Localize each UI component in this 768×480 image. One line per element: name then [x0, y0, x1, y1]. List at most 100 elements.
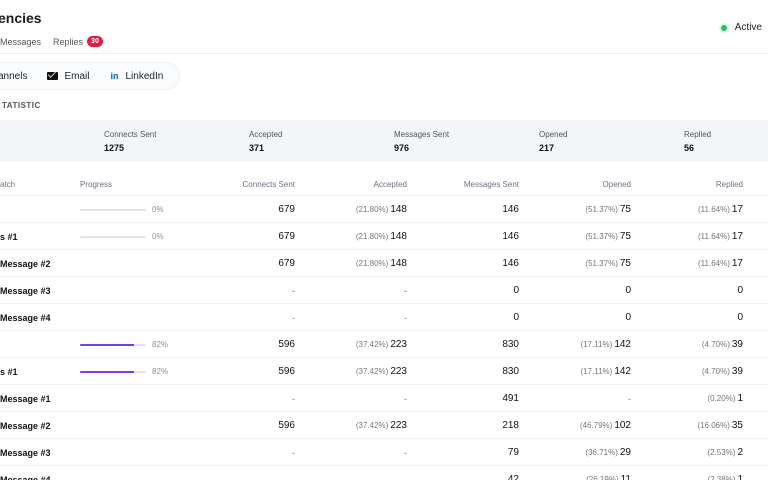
channel-all-label: annels: [0, 70, 28, 82]
replied-percent: (4.70%): [701, 367, 730, 376]
progress-bar: [80, 370, 146, 373]
opened-percent: (51.37%): [585, 232, 618, 241]
opened-cell: (17.11%) 142: [580, 358, 631, 385]
messages-sent-value: 218: [502, 420, 519, 431]
replied-percent: (2.38%): [707, 475, 736, 480]
replied-value: 0: [737, 312, 743, 323]
table-row[interactable]: Message #3 - - 79 (36.71%) 29 (2.53%) 2: [0, 439, 768, 466]
progress-cell: 0%: [80, 196, 164, 223]
step-name: Message #3: [0, 285, 51, 296]
connects-sent-value: -: [292, 312, 295, 323]
progress-label: 0%: [152, 205, 164, 214]
opened-value: 142: [614, 339, 631, 350]
opened-percent: (17.11%): [580, 340, 613, 349]
connects-sent-value: -: [292, 393, 295, 404]
mail-icon: [47, 72, 59, 80]
opened-value: 142: [614, 366, 631, 377]
replied-value: 17: [731, 204, 743, 215]
opened-value: 11: [620, 474, 631, 480]
accepted-percent: (21.80%): [355, 232, 389, 241]
table-row[interactable]: s #1 82% 596 (37.42%) 223 830 (17.11%) 142 (4.70…: [0, 358, 768, 385]
opened-percent: (46.79%): [579, 421, 613, 430]
tab-messages[interactable]: Messages: [0, 37, 41, 47]
progress-bar-fill: [80, 370, 135, 373]
accepted-value: 148: [390, 231, 407, 242]
connects-sent-cell: -: [292, 277, 295, 304]
opened-cell: (26.19%) 11: [586, 466, 631, 480]
accepted-percent: (37.42%): [355, 340, 389, 349]
accepted-value: 223: [390, 339, 407, 350]
messages-sent-cell: 491: [502, 385, 519, 412]
table-row[interactable]: 0% 679 (21.80%) 148 146 (51.37%) 75 (11.64%) 17: [0, 196, 768, 223]
status-indicator: Active: [720, 22, 762, 33]
accepted-percent: (21.80%): [355, 259, 389, 268]
progress-cell: 82%: [80, 358, 168, 385]
messages-sent-cell: 830: [502, 331, 519, 358]
table-row[interactable]: Message #2 679 (21.80%) 148 146 (51.37%) 75 (11…: [0, 250, 768, 277]
replied-cell: (2.38%) 1: [707, 466, 743, 480]
progress-bar: [80, 343, 146, 346]
accepted-value: 223: [390, 366, 407, 377]
messages-sent-value: 0: [513, 312, 519, 323]
opened-value: 102: [614, 420, 631, 431]
replied-percent: (11.64%): [698, 232, 730, 241]
channel-email-label: Email: [64, 70, 90, 82]
stat-accepted: Accepted 371: [249, 130, 282, 153]
tab-bar: Messages Replies 30: [0, 36, 115, 47]
messages-sent-cell: 146: [502, 223, 519, 250]
messages-sent-value: 0: [513, 285, 519, 296]
opened-value: 0: [625, 312, 631, 323]
step-name: Message #2: [0, 258, 51, 269]
opened-value: 75: [619, 258, 631, 269]
accepted-value: -: [404, 447, 407, 458]
stat-value: 1275: [104, 143, 125, 153]
progress-label: 0%: [152, 232, 164, 241]
channel-linkedin[interactable]: in LinkedIn: [103, 71, 169, 82]
active-dot-icon: [720, 24, 727, 31]
accepted-cell: (37.42%) 223: [356, 358, 407, 385]
connects-sent-value: 596: [278, 420, 295, 431]
stat-replied: Replied 56: [684, 130, 711, 153]
channel-email[interactable]: Email: [41, 71, 95, 82]
messages-sent-value: 146: [502, 231, 519, 242]
progress-label: 82%: [152, 367, 169, 376]
progress-label: 82%: [152, 340, 169, 349]
replied-percent: (11.64%): [698, 205, 730, 214]
opened-cell: (51.37%) 75: [585, 223, 631, 250]
table-row[interactable]: Message #4 42 (26.19%) 11 (2.38%) 1: [0, 466, 768, 480]
connects-sent-cell: -: [292, 385, 295, 412]
col-header-messages: Messages Sent: [463, 180, 519, 189]
step-name: Message #4: [0, 312, 51, 323]
progress-cell: 82%: [80, 331, 168, 358]
table-row[interactable]: Message #3 - - 0 0 0: [0, 277, 768, 304]
tab-replies[interactable]: Replies 30: [53, 36, 103, 47]
channel-linkedin-label: LinkedIn: [125, 70, 164, 82]
table-row[interactable]: Message #1 - - 491 - (0.20%) 1: [0, 385, 768, 412]
channel-all[interactable]: annels: [0, 71, 33, 82]
table-row[interactable]: Message #2 596 (37.42%) 223 218 (46.79%) 102 (1…: [0, 412, 768, 439]
step-name: s #1: [0, 231, 18, 242]
replied-value: 39: [731, 339, 743, 350]
messages-sent-value: 146: [502, 204, 519, 215]
stat-messages-sent: Messages Sent 976: [394, 130, 449, 153]
accepted-value: 148: [390, 258, 407, 269]
messages-sent-cell: 830: [502, 358, 519, 385]
accepted-cell: (21.80%) 148: [356, 196, 407, 223]
channel-filter: annels Email in LinkedIn: [0, 62, 181, 90]
replied-percent: (16.06%): [697, 421, 730, 430]
accepted-cell: (37.42%) 223: [356, 331, 407, 358]
messages-sent-value: 830: [502, 366, 519, 377]
opened-percent: (26.19%): [586, 475, 619, 480]
table-row[interactable]: s #1 0% 679 (21.80%) 148 146 (51.37%) 75 (11.64%…: [0, 223, 768, 250]
opened-percent: (36.71%): [585, 448, 618, 457]
table-row[interactable]: Message #4 - - 0 0 0: [0, 304, 768, 331]
replied-value: 1: [737, 474, 743, 480]
status-label: Active: [734, 22, 762, 33]
opened-value: 0: [625, 285, 631, 296]
connects-sent-cell: -: [292, 439, 295, 466]
replied-cell: (11.64%) 17: [698, 196, 743, 223]
progress-bar: [80, 235, 146, 238]
accepted-cell: -: [404, 385, 407, 412]
table-header: atch Progress Connects Sent Accepted Mes…: [0, 174, 768, 196]
table-row[interactable]: 82% 596 (37.42%) 223 830 (17.11%) 142 (4.70%) 39: [0, 331, 768, 358]
